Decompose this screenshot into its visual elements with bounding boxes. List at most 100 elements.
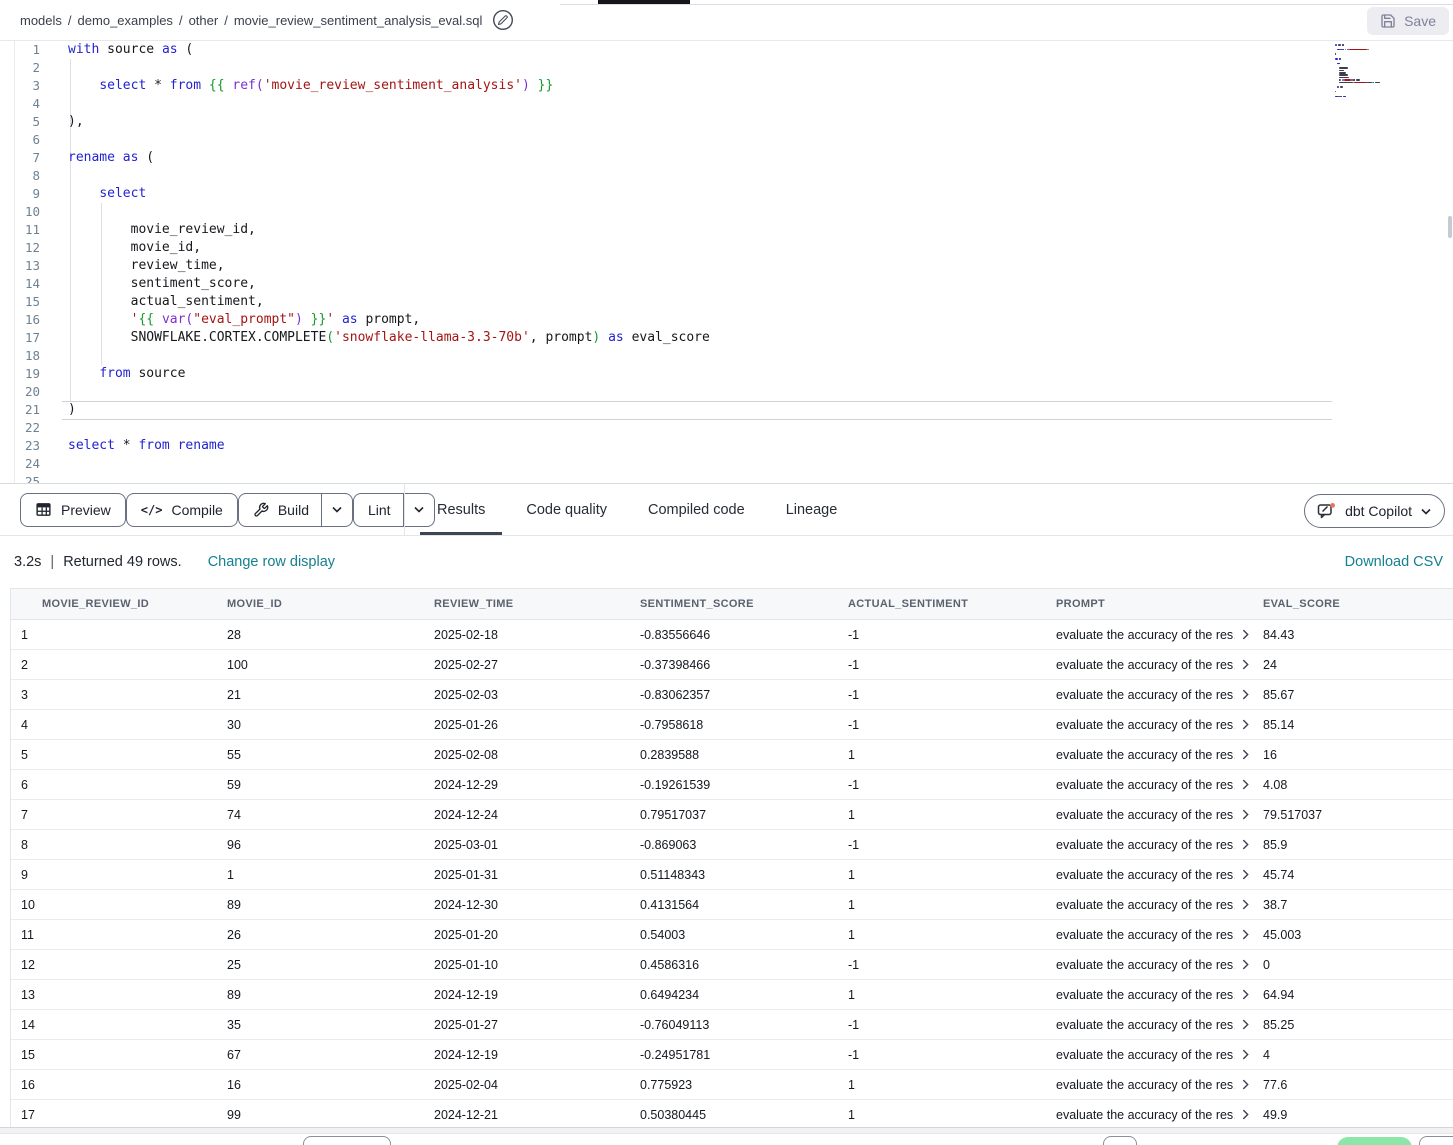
breadcrumb-segment[interactable]: movie_review_sentiment_analysis_eval.sql xyxy=(234,13,483,28)
cell-movie_review_id: 9 xyxy=(21,868,227,882)
cell-eval_score: 45.74 xyxy=(1263,868,1453,882)
cell-movie_review_id: 12 xyxy=(21,958,227,972)
line-number: 16 xyxy=(0,311,40,329)
prompt-cell: evaluate the accuracy of the res… xyxy=(1056,778,1263,792)
code-line[interactable]: 13 review_time, xyxy=(0,257,1453,275)
expand-prompt-icon[interactable] xyxy=(1242,629,1249,640)
expand-prompt-icon[interactable] xyxy=(1242,1019,1249,1030)
code-line[interactable]: 9 select xyxy=(0,185,1453,203)
code-line[interactable]: 17 SNOWFLAKE.CORTEX.COMPLETE('snowflake-… xyxy=(0,329,1453,347)
edit-circle-icon[interactable] xyxy=(492,9,514,31)
expand-prompt-icon[interactable] xyxy=(1242,689,1249,700)
cell-review_time: 2024-12-19 xyxy=(434,988,640,1002)
cutoff-button[interactable] xyxy=(1419,1136,1453,1145)
results-tabs: Results Code quality Compiled code Lineage xyxy=(404,484,837,535)
editor-scrollbar-thumb[interactable] xyxy=(1448,216,1452,238)
code-line[interactable]: 20 xyxy=(0,383,1453,401)
cell-sentiment_score: -0.37398466 xyxy=(640,658,848,672)
compile-label: Compile xyxy=(171,502,222,518)
results-table: MOVIE_REVIEW_IDMOVIE_IDREVIEW_TIMESENTIM… xyxy=(10,588,1453,1127)
code-line[interactable]: 8 xyxy=(0,167,1453,185)
lint-button[interactable]: Lint xyxy=(354,494,403,526)
tab-compiled-code[interactable]: Compiled code xyxy=(648,484,745,535)
expand-prompt-icon[interactable] xyxy=(1242,899,1249,910)
copilot-chat-icon xyxy=(1317,502,1336,520)
chevron-down-icon xyxy=(1422,509,1430,513)
code-line[interactable]: 2 xyxy=(0,59,1453,77)
expand-prompt-icon[interactable] xyxy=(1242,719,1249,730)
breadcrumb-segment[interactable]: models xyxy=(20,13,62,28)
prompt-text: evaluate the accuracy of the res… xyxy=(1056,628,1235,642)
tab-results[interactable]: Results xyxy=(437,484,485,535)
code-editor[interactable]: 1with source as (23 select * from {{ ref… xyxy=(0,41,1453,483)
code-line[interactable]: 22 xyxy=(0,419,1453,437)
prompt-cell: evaluate the accuracy of the res… xyxy=(1056,1078,1263,1092)
cell-sentiment_score: -0.83062357 xyxy=(640,688,848,702)
expand-prompt-icon[interactable] xyxy=(1242,659,1249,670)
cell-sentiment_score: 0.54003 xyxy=(640,928,848,942)
prompt-cell: evaluate the accuracy of the res… xyxy=(1056,748,1263,762)
expand-prompt-icon[interactable] xyxy=(1242,779,1249,790)
prompt-text: evaluate the accuracy of the res… xyxy=(1056,988,1235,1002)
line-number: 13 xyxy=(0,257,40,275)
breadcrumb-segment[interactable]: other xyxy=(189,13,219,28)
code-line[interactable]: 24 xyxy=(0,455,1453,473)
build-button[interactable]: Build xyxy=(239,494,321,526)
tab-code-quality[interactable]: Code quality xyxy=(526,484,607,535)
cutoff-button[interactable] xyxy=(1103,1136,1137,1145)
code-line[interactable]: 19 from source xyxy=(0,365,1453,383)
cell-eval_score: 64.94 xyxy=(1263,988,1453,1002)
code-line[interactable]: 12 movie_id, xyxy=(0,239,1453,257)
cell-actual_sentiment: -1 xyxy=(848,838,1056,852)
code-line[interactable]: 15 actual_sentiment, xyxy=(0,293,1453,311)
code-line[interactable]: 6 xyxy=(0,131,1453,149)
code-line-text xyxy=(40,59,68,77)
preview-button[interactable]: Preview xyxy=(20,493,126,527)
download-csv-link[interactable]: Download CSV xyxy=(1345,554,1443,570)
code-line[interactable]: 7rename as ( xyxy=(0,149,1453,167)
expand-prompt-icon[interactable] xyxy=(1242,959,1249,970)
expand-prompt-icon[interactable] xyxy=(1242,989,1249,1000)
compile-button[interactable]: </> Compile xyxy=(126,493,238,527)
expand-prompt-icon[interactable] xyxy=(1242,809,1249,820)
expand-prompt-icon[interactable] xyxy=(1242,749,1249,760)
cutoff-green-pill-button[interactable] xyxy=(1337,1137,1412,1145)
code-line[interactable]: 23select * from rename xyxy=(0,437,1453,455)
save-button[interactable]: Save xyxy=(1367,7,1449,35)
change-row-display-link[interactable]: Change row display xyxy=(208,554,335,570)
expand-prompt-icon[interactable] xyxy=(1242,1079,1249,1090)
code-line[interactable]: 14 sentiment_score, xyxy=(0,275,1453,293)
code-line[interactable]: 1with source as ( xyxy=(0,41,1453,59)
cutoff-button[interactable] xyxy=(303,1136,391,1145)
code-line[interactable]: 10 xyxy=(0,203,1453,221)
cell-movie_review_id: 17 xyxy=(21,1108,227,1122)
horizontal-scrollbar[interactable] xyxy=(0,1127,1453,1134)
code-line[interactable]: 25 xyxy=(0,473,1453,483)
expand-prompt-icon[interactable] xyxy=(1242,1049,1249,1060)
cell-movie_id: 89 xyxy=(227,898,434,912)
cell-movie_id: 74 xyxy=(227,808,434,822)
expand-prompt-icon[interactable] xyxy=(1242,1109,1249,1120)
build-dropdown-caret[interactable] xyxy=(322,494,352,526)
code-line[interactable]: 11 movie_review_id, xyxy=(0,221,1453,239)
code-line[interactable]: 4 xyxy=(0,95,1453,113)
expand-prompt-icon[interactable] xyxy=(1242,839,1249,850)
breadcrumb: models/demo_examples/other/movie_review_… xyxy=(20,13,482,28)
cell-review_time: 2025-02-18 xyxy=(434,628,640,642)
code-line[interactable]: 3 select * from {{ ref('movie_review_sen… xyxy=(0,77,1453,95)
code-line[interactable]: 18 xyxy=(0,347,1453,365)
breadcrumb-segment[interactable]: demo_examples xyxy=(78,13,173,28)
expand-prompt-icon[interactable] xyxy=(1242,869,1249,880)
expand-prompt-icon[interactable] xyxy=(1242,929,1249,940)
code-line-text xyxy=(40,347,68,365)
code-line[interactable]: 5), xyxy=(0,113,1453,131)
cell-movie_id: 55 xyxy=(227,748,434,762)
code-line-text xyxy=(40,455,68,473)
code-line[interactable]: 16 '{{ var("eval_prompt") }}' as prompt, xyxy=(0,311,1453,329)
tab-lineage[interactable]: Lineage xyxy=(786,484,838,535)
code-line[interactable]: 21) xyxy=(0,401,1453,419)
build-split-button: Build xyxy=(238,493,353,527)
line-number: 17 xyxy=(0,329,40,347)
prompt-text: evaluate the accuracy of the res… xyxy=(1056,1018,1235,1032)
dbt-copilot-button[interactable]: dbt Copilot xyxy=(1304,494,1445,528)
